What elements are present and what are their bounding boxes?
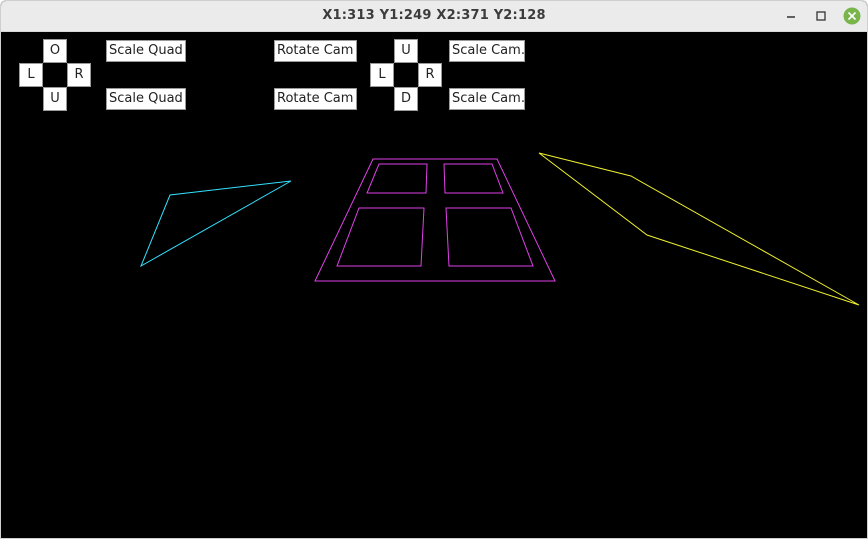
quad-left-button[interactable]: L	[19, 63, 43, 87]
scale-quad-minus-button[interactable]: Scale Quad -	[106, 88, 186, 110]
quad-pane-top-left	[366, 163, 428, 194]
scale-quad-plus-button[interactable]: Scale Quad +	[106, 40, 186, 62]
cam-down-button[interactable]: D	[394, 87, 418, 111]
cam-left-button[interactable]: L	[370, 63, 394, 87]
scale-cam-minus-button[interactable]: Scale Cam. -	[449, 88, 525, 110]
quad-pane-top-right	[443, 163, 504, 194]
rotate-cam-left-button[interactable]: Rotate Cam L	[274, 40, 357, 62]
render-canvas[interactable]: O L R U Scale Quad + Scale Quad - Rotate…	[1, 32, 867, 538]
minimize-icon	[787, 16, 795, 18]
app-window: X1:313 Y1:249 X2:371 Y2:128 O L R U Scal…	[0, 0, 868, 539]
triangle-left	[139, 180, 292, 268]
cam-up-button[interactable]: U	[394, 39, 418, 63]
rotate-cam-right-button[interactable]: Rotate Cam R	[274, 88, 357, 110]
window-title: X1:313 Y1:249 X2:371 Y2:128	[322, 8, 546, 23]
scale-cam-plus-button[interactable]: Scale Cam. +	[449, 40, 525, 62]
quad-pane-bottom-right	[445, 207, 534, 267]
minimize-button[interactable]	[781, 6, 801, 26]
quad-outer-frame	[314, 158, 556, 282]
cam-right-button[interactable]: R	[418, 63, 442, 87]
quad-down-button[interactable]: U	[43, 87, 67, 111]
title-bar[interactable]: X1:313 Y1:249 X2:371 Y2:128	[1, 1, 867, 32]
quad-right-button[interactable]: R	[67, 63, 91, 87]
quad-up-button[interactable]: O	[43, 39, 67, 63]
triangle-right	[538, 152, 860, 306]
quad-pane-bottom-left	[336, 207, 425, 267]
maximize-button[interactable]	[811, 6, 831, 26]
close-icon	[843, 7, 861, 25]
close-button[interactable]	[842, 6, 862, 26]
maximize-icon	[816, 11, 826, 21]
